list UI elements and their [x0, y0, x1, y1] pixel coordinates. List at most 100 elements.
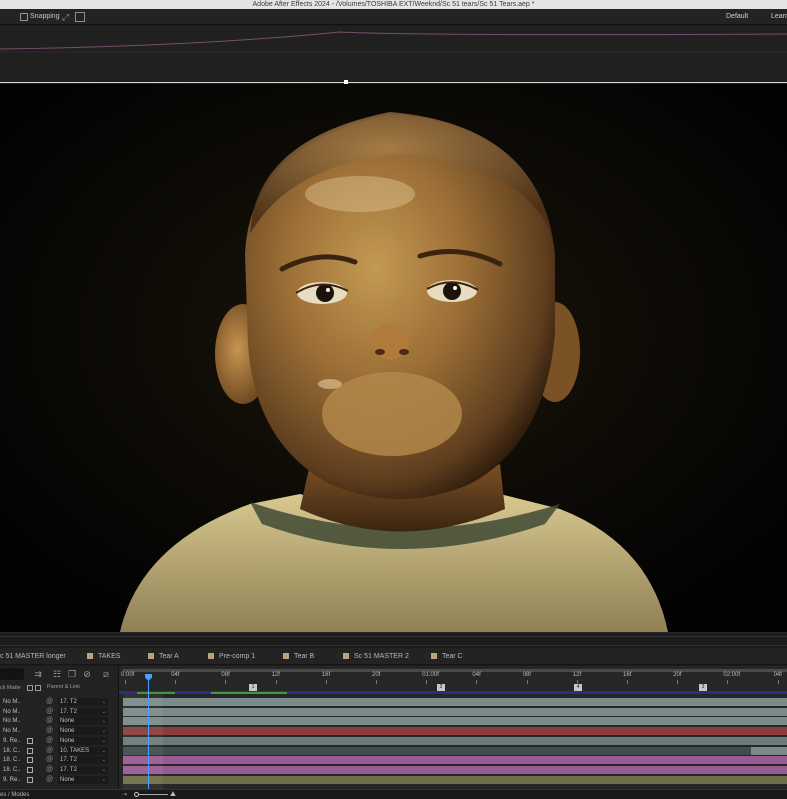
parent-link-select[interactable]: None ⌄ [58, 775, 108, 784]
time-ruler[interactable]: 0:00f 04f 08f 12f 16f 20f 01:00f 04f 08f 12f 16f 20… [119, 666, 787, 684]
chevron-down-icon[interactable]: ⌄ [17, 697, 21, 707]
layer-name: 18. C [3, 766, 18, 773]
parent-link-select[interactable]: 17. T2 ⌄ [58, 698, 108, 706]
comp-marker[interactable]: 3 [699, 684, 707, 691]
layer-switch-box[interactable] [27, 747, 33, 754]
pickwhip-icon[interactable]: @ [46, 775, 53, 785]
chevron-down-icon: ⌄ [101, 737, 106, 744]
workspace-default[interactable]: Default [726, 9, 748, 25]
layer-row[interactable]: 9. Re ⌄ @ None ⌄ [0, 775, 118, 785]
chevron-down-icon[interactable]: ⌄ [17, 765, 21, 775]
snapping-checkbox[interactable] [20, 13, 28, 21]
pickwhip-icon[interactable]: @ [46, 707, 53, 717]
layer-switch-box[interactable] [27, 776, 33, 783]
chevron-down-icon[interactable]: ⌄ [17, 755, 21, 765]
zoom-slider-knob[interactable] [134, 792, 139, 797]
chevron-down-icon[interactable]: ⌄ [17, 775, 21, 785]
viewer-footer [0, 632, 787, 648]
layer-row[interactable]: 18. C ⌄ @17. T2 ⌄ [0, 755, 118, 765]
snap-expand-icon[interactable]: ⤢ [62, 12, 72, 22]
layer-panel: ⇉ ☷ ❐ ⊘ ⧄ ck Matte Parent & Link No M ⌄ @1… [0, 666, 118, 799]
chevron-down-icon: ⌄ [101, 747, 106, 754]
parent-link-select[interactable]: 17. T2 ⌄ [58, 707, 108, 716]
chevron-down-icon: ⌄ [101, 766, 106, 773]
composition-viewer[interactable] [0, 84, 787, 632]
parent-link-value: 17. T2 [60, 766, 77, 773]
tab-tear-b[interactable]: Tear B [294, 648, 314, 665]
layer-duration-bar[interactable] [123, 717, 787, 726]
parent-link-select[interactable]: 10. TAKES ⌄ [58, 746, 108, 755]
layer-name: No M [3, 699, 18, 705]
tab-takes[interactable]: TAKES [98, 648, 120, 665]
chevron-down-icon: ⌄ [101, 776, 106, 783]
parent-link-value: 17. T2 [60, 699, 77, 705]
zoom-slider[interactable] [138, 794, 168, 795]
parent-link-select[interactable]: 17. T2 ⌄ [58, 756, 108, 765]
parent-link-select[interactable]: None ⌄ [58, 717, 108, 726]
parent-link-select[interactable]: 17. T2 ⌄ [58, 765, 108, 774]
layer-duration-bar[interactable] [123, 775, 787, 784]
layer-duration-bar[interactable] [123, 736, 787, 745]
parent-link-select[interactable]: None ⌄ [58, 727, 108, 736]
link-icon[interactable]: ⊘ [81, 668, 93, 680]
zoom-in-icon[interactable]: ⛰ [170, 790, 176, 799]
tab-c51-master-longer[interactable]: c 51 MASTER longer [0, 648, 66, 665]
switches-modes-toggle[interactable]: es / Modes [0, 790, 29, 799]
chevron-down-icon[interactable]: ⌄ [17, 736, 21, 746]
pickwhip-icon[interactable]: @ [46, 736, 53, 746]
pickwhip-icon[interactable]: @ [46, 755, 53, 765]
chevron-down-icon[interactable]: ⌄ [17, 716, 21, 726]
tab-sc51-master-2[interactable]: Sc 51 MASTER 2 [354, 648, 409, 665]
layer-row[interactable]: No M ⌄ @17. T2 ⌄ [0, 707, 118, 717]
layer-name: 18. C [3, 757, 18, 764]
layer-switch-box[interactable] [27, 757, 33, 764]
zoom-out-icon[interactable]: ⇢ [122, 790, 127, 799]
chevron-down-icon[interactable]: ⌄ [17, 746, 21, 756]
pickwhip-icon[interactable]: @ [46, 716, 53, 726]
ruler-label: 04f [773, 672, 782, 678]
frame-blend-icon[interactable]: ☷ [51, 668, 63, 680]
layer-duration-bar[interactable] [123, 765, 787, 774]
ruler-label: 04f [472, 672, 481, 678]
graph-editor-icon[interactable]: ⧄ [100, 668, 112, 680]
layer-duration-bar[interactable] [123, 756, 787, 765]
tab-tear-a[interactable]: Tear A [159, 648, 179, 665]
workspace-learn[interactable]: Learn [771, 9, 787, 25]
motion-blur-icon[interactable]: ❐ [66, 668, 78, 680]
ruler-tick [325, 680, 327, 684]
pickwhip-icon[interactable]: @ [46, 697, 53, 707]
layer-duration-bar[interactable] [123, 698, 787, 706]
layer-duration-bar[interactable] [123, 707, 787, 716]
pickwhip-icon[interactable]: @ [46, 765, 53, 775]
chevron-down-icon[interactable]: ⌄ [17, 726, 21, 736]
playhead-line[interactable] [148, 674, 149, 799]
shy-layers-icon[interactable]: ⇉ [32, 668, 44, 680]
layer-duration-bar[interactable] [123, 746, 787, 755]
chevron-down-icon: ⌄ [101, 728, 106, 735]
timeline-tracks[interactable]: 0:00f 04f 08f 12f 16f 20f 01:00f 04f 08f 12f 16f 20… [118, 666, 787, 799]
tab-tear-c[interactable]: Tear C [442, 648, 463, 665]
layer-row[interactable]: 9. Re ⌄ @ None ⌄ [0, 736, 118, 746]
comp-marker[interactable]: 4 [574, 684, 582, 691]
parent-link-select[interactable]: None ⌄ [58, 736, 108, 745]
pickwhip-icon[interactable]: @ [46, 746, 53, 756]
layer-switch-box[interactable] [27, 766, 33, 773]
layer-switch-box[interactable] [27, 737, 33, 744]
layer-duration-bar[interactable] [123, 727, 787, 736]
chevron-down-icon[interactable]: ⌄ [17, 707, 21, 717]
layer-row[interactable]: No M ⌄ @17. T2 ⌄ [0, 697, 118, 707]
comp-marker[interactable]: 2 [437, 684, 445, 691]
layer-row[interactable]: 18. C ⌄ @17. T2 ⌄ [0, 765, 118, 775]
tab-color-swatch [208, 653, 214, 659]
layer-row[interactable]: 18. C ⌄ @10. TAKES ⌄ [0, 746, 118, 756]
layer-row[interactable]: No M ⌄ @ None ⌄ [0, 726, 118, 736]
comp-marker[interactable]: 1 [249, 684, 257, 691]
layer-row[interactable]: No M ⌄ @ None ⌄ [0, 716, 118, 726]
snap-frame-icon[interactable] [75, 12, 85, 22]
layer-search-input[interactable] [0, 668, 24, 680]
pickwhip-icon[interactable]: @ [46, 726, 53, 736]
tab-pre-comp-1[interactable]: Pre-comp 1 [219, 648, 255, 665]
layer-duration-bar-tail[interactable] [751, 746, 787, 755]
ruler-label: 16f [321, 672, 331, 678]
parent-link-value: 10. TAKES [60, 747, 90, 754]
